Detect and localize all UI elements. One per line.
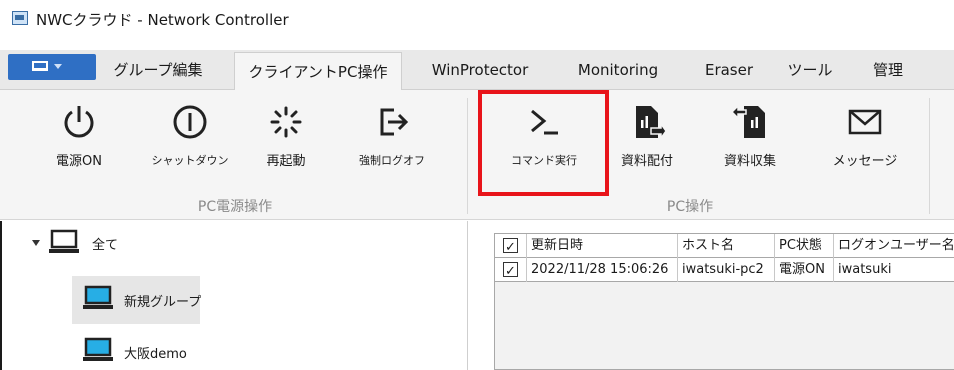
cell-updated: 2022/11/28 15:06:26 — [527, 258, 678, 282]
message-button[interactable]: メッセージ — [820, 90, 910, 190]
power-group-label: PC電源操作 — [197, 199, 273, 215]
app-menu-button[interactable] — [8, 54, 96, 80]
tree-item-label: 大阪demo — [124, 347, 187, 362]
column-header-updated[interactable]: 更新日時 — [527, 234, 678, 258]
table-row[interactable]: 2022/11/28 15:06:26 iwatsuki-pc2 電源ON iw… — [495, 258, 954, 282]
power-icon — [64, 106, 94, 138]
computer-icon — [83, 337, 113, 361]
cell-hostname: iwatsuki-pc2 — [678, 258, 775, 282]
logoff-icon — [380, 108, 409, 136]
ribbon-group-divider — [467, 98, 468, 214]
pc-list-grid: 更新日時 ホスト名 PC状態 ログオンユーザー名 2022/11/28 15:0… — [494, 233, 954, 370]
tree-item-label: 新規グループ — [124, 295, 202, 310]
restart-label: 再起動 — [266, 154, 306, 169]
distribute-file-icon — [636, 106, 667, 141]
force-logoff-label: 強制ログオフ — [359, 154, 425, 167]
column-header-logon-user[interactable]: ログオンユーザー名 — [834, 234, 954, 258]
app-window-icon — [12, 11, 28, 25]
computer-icon — [83, 285, 113, 309]
tab-monitoring[interactable]: Monitoring — [562, 50, 674, 90]
tab-eraser[interactable]: Eraser — [692, 50, 766, 90]
select-all-checkbox[interactable] — [503, 236, 518, 258]
window-title: NWCクラウド - Network Controller — [36, 11, 289, 29]
column-header-pc-status[interactable]: PC状態 — [775, 234, 834, 258]
computer-icon — [49, 229, 79, 253]
cell-logon-user: iwatsuki — [838, 262, 892, 277]
restart-button[interactable]: 再起動 — [248, 90, 324, 190]
table-header-row: 更新日時 ホスト名 PC状態 ログオンユーザー名 — [495, 234, 954, 258]
group-tree: 全て 新規グループ 大阪demo — [0, 221, 468, 370]
tree-item-new-group[interactable]: 新規グループ — [2, 281, 462, 315]
column-header-hostname[interactable]: ホスト名 — [678, 234, 775, 258]
row-checkbox[interactable] — [503, 260, 518, 282]
power-on-label: 電源ON — [56, 154, 102, 169]
collect-file-label: 資料収集 — [723, 154, 776, 169]
message-label: メッセージ — [832, 154, 898, 169]
row-select-cell — [495, 258, 527, 282]
distribute-file-button[interactable]: 資料配付 — [612, 90, 682, 190]
mail-icon — [848, 109, 882, 135]
cell-pc-status: 電源ON — [775, 258, 834, 282]
title-bar: NWCクラウド - Network Controller — [0, 0, 954, 38]
monitor-icon — [32, 61, 48, 71]
tab-winprotector[interactable]: WinProtector — [418, 50, 542, 90]
ribbon-tab-bar: グループ編集 クライアントPC操作 WinProtector Monitorin… — [0, 50, 954, 91]
pc-list-panel: 更新日時 ホスト名 PC状態 ログオンユーザー名 2022/11/28 15:0… — [469, 221, 954, 370]
select-all-cell — [495, 234, 527, 258]
shutdown-label: シャットダウン — [151, 154, 229, 167]
expander-icon[interactable] — [32, 240, 40, 246]
pc-group-label: PC操作 — [666, 199, 714, 215]
tab-tools[interactable]: ツール — [780, 50, 840, 90]
ribbon-group-divider-end — [929, 98, 930, 214]
force-logoff-button[interactable]: 強制ログオフ — [344, 90, 440, 190]
tree-item-osaka-demo[interactable]: 大阪demo — [2, 333, 462, 367]
tab-group-edit[interactable]: グループ編集 — [108, 50, 208, 90]
distribute-file-label: 資料配付 — [620, 154, 673, 169]
restart-icon — [270, 106, 302, 138]
tree-item-label: 全て — [92, 238, 119, 253]
shutdown-button[interactable]: シャットダウン — [140, 90, 240, 190]
collect-file-button[interactable]: 資料収集 — [710, 90, 790, 190]
chevron-down-icon — [54, 64, 62, 69]
tab-admin[interactable]: 管理 — [860, 50, 916, 90]
collect-file-icon — [730, 104, 765, 138]
ribbon-panel: 電源ON シャットダウン 再起動 強制ログオフ PC電源操作 コマンド実行 資料… — [0, 90, 954, 220]
power-on-button[interactable]: 電源ON — [40, 90, 118, 190]
highlight-box — [478, 90, 609, 196]
tree-item-all[interactable]: 全て — [2, 225, 462, 259]
tab-client-pc-operations[interactable]: クライアントPC操作 — [234, 52, 402, 91]
shutdown-icon — [173, 105, 207, 139]
